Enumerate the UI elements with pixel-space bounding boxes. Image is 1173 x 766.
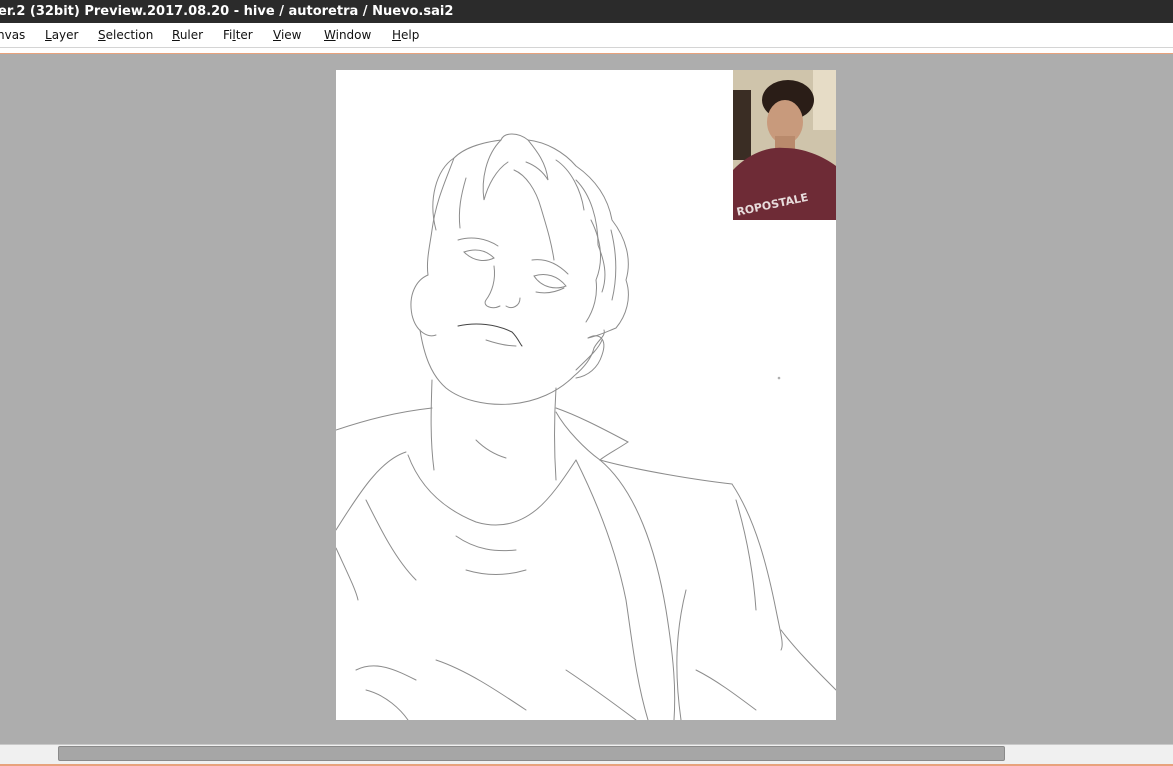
menu-view[interactable]: View <box>273 27 301 43</box>
window-title-bar: er.2 (32bit) Preview.2017.08.20 - hive /… <box>0 0 1173 23</box>
menu-layer[interactable]: Layer <box>45 27 78 43</box>
menu-filter[interactable]: Filter <box>223 27 253 43</box>
webcam-overlay: ROPOSTALE <box>733 70 836 220</box>
menu-help[interactable]: Help <box>392 27 419 43</box>
menu-bar: nvas Layer Selection Ruler Filter View W… <box>0 23 1173 48</box>
webcam-video: ROPOSTALE <box>733 70 836 220</box>
menu-canvas[interactable]: nvas <box>0 27 25 43</box>
horizontal-scroll-thumb[interactable] <box>58 746 1005 761</box>
window-title: er.2 (32bit) Preview.2017.08.20 - hive /… <box>0 4 454 19</box>
menu-window[interactable]: Window <box>324 27 371 43</box>
menu-selection[interactable]: Selection <box>98 27 153 43</box>
menu-ruler[interactable]: Ruler <box>172 27 203 43</box>
